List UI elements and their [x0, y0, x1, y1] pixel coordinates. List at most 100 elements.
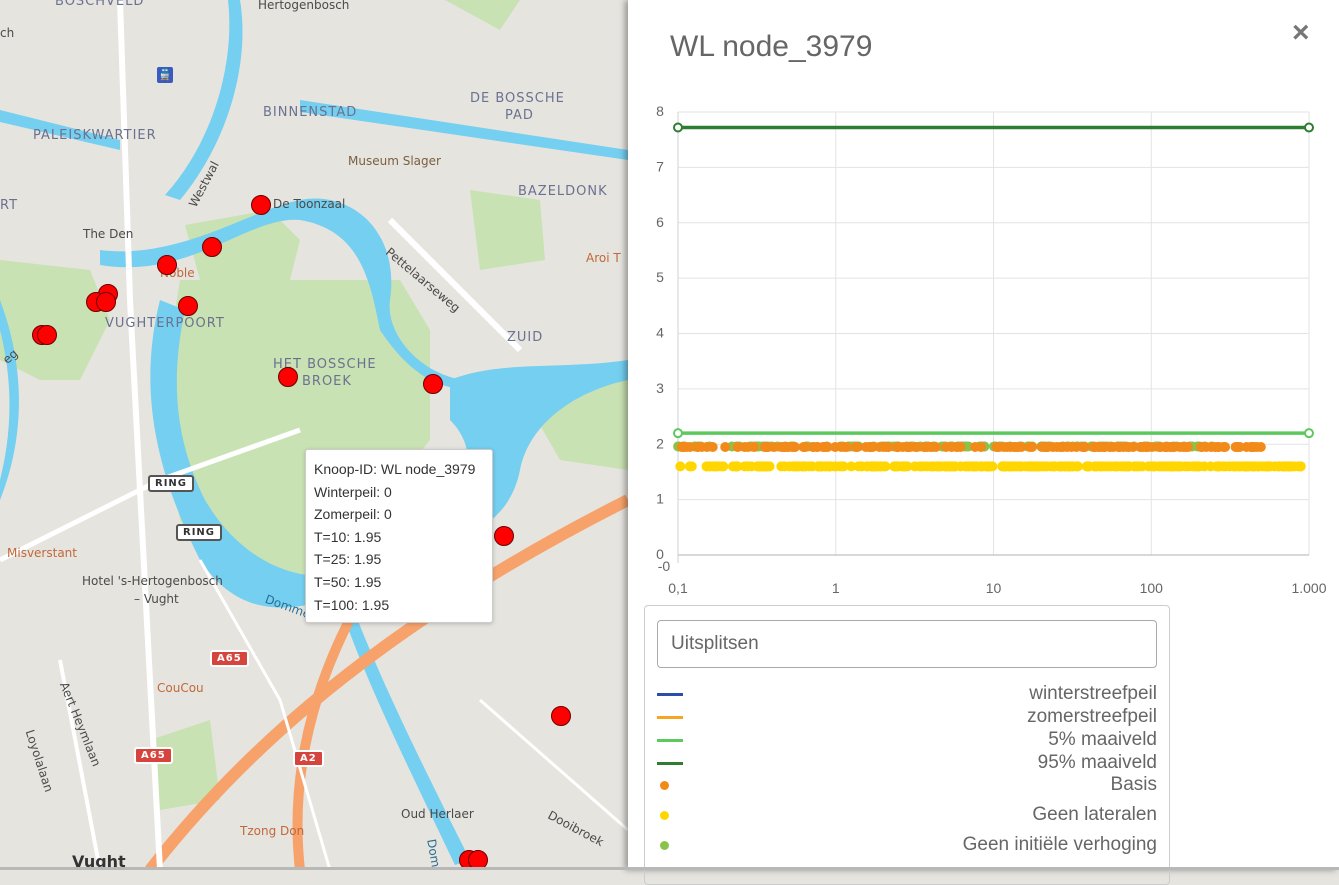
map-label: Hotel 's-Hertogenbosch [82, 574, 223, 588]
legend-item[interactable]: Basis [657, 774, 1157, 796]
data-point [891, 442, 902, 453]
map-marker[interactable] [178, 296, 198, 316]
legend-item[interactable]: Geen lateralen [657, 804, 1157, 826]
node-tooltip: Knoop-ID: WL node_3979 Winterpeil: 0 Zom… [305, 449, 493, 623]
data-point [1173, 461, 1184, 472]
map-label: Oud Herlaer [401, 807, 474, 821]
map-label: The Den [83, 227, 134, 241]
train-station-icon: 🚆 [157, 67, 173, 83]
legend-item[interactable]: 5% maaiveld [657, 729, 1157, 751]
map-label: Museum Slager [348, 154, 441, 168]
legend-line-swatch [657, 762, 683, 765]
data-point [1289, 461, 1300, 472]
map-label: Tzong Don [240, 824, 305, 838]
line-endpoint [673, 122, 683, 133]
map-label: PALEISKWARTIER [33, 128, 157, 143]
split-input[interactable] [657, 620, 1157, 668]
data-point [1023, 461, 1034, 472]
data-point [952, 442, 963, 453]
map-label: De Toonzaal [273, 197, 346, 211]
data-point [776, 461, 787, 472]
x-tick-label: 1 [832, 580, 840, 596]
data-point [686, 461, 697, 472]
data-point [1097, 461, 1108, 472]
legend-label: Geen lateralen [1032, 804, 1157, 825]
data-point [875, 461, 886, 472]
data-point [791, 461, 802, 472]
data-point [941, 442, 952, 453]
map-marker[interactable] [251, 195, 271, 215]
data-point [1262, 461, 1273, 472]
map-marker[interactable] [423, 374, 443, 394]
data-point [1056, 461, 1067, 472]
data-point [1248, 442, 1259, 453]
map-label: BINNENSTAD [263, 105, 358, 120]
legend-item[interactable]: Geen initiële verhoging [657, 834, 1157, 856]
legend-item[interactable]: zomerstreefpeil [657, 706, 1157, 728]
tooltip-t100: T=100: 1.95 [314, 596, 390, 613]
data-point [1183, 442, 1194, 453]
map-marker[interactable] [551, 706, 571, 726]
legend-label: Geen initiële verhoging [962, 834, 1157, 855]
map-view[interactable]: BOSCHVELD Hertogenbosch BINNENSTAD DE BO… [0, 0, 628, 870]
legend-dot-swatch [660, 811, 669, 820]
legend-label: 5% maaiveld [1048, 729, 1157, 750]
road-shield: RING [176, 524, 222, 541]
legend-line-swatch [657, 716, 683, 719]
data-point [1016, 442, 1027, 453]
line-endpoint [673, 428, 683, 439]
legend-dot-swatch [660, 781, 669, 790]
data-point [1072, 461, 1083, 472]
data-point [1209, 442, 1220, 453]
map-label: ch [0, 26, 15, 40]
x-tick-label: 1.000 [1291, 580, 1326, 596]
data-point [1121, 461, 1132, 472]
data-point [897, 461, 908, 472]
close-icon[interactable]: × [1292, 18, 1310, 48]
data-point [807, 442, 818, 453]
y-tick-label: 8 [656, 103, 664, 119]
data-point [815, 461, 826, 472]
map-marker[interactable] [494, 526, 514, 546]
map-marker[interactable] [202, 237, 222, 257]
data-point [878, 442, 889, 453]
data-point [707, 442, 718, 453]
water-level-chart: 0,1 1 10 100 1.000-0012345678 [656, 103, 1327, 596]
map-marker[interactable] [157, 255, 177, 275]
data-point [918, 461, 929, 472]
data-point [1056, 442, 1067, 453]
data-point [970, 442, 981, 453]
data-point [761, 461, 772, 472]
data-point [720, 442, 731, 453]
road-shield: A2 [293, 750, 324, 767]
map-marker[interactable] [96, 292, 116, 312]
data-point [836, 442, 847, 453]
legend-label: zomerstreefpeil [1027, 706, 1157, 727]
y-tick-label: 7 [656, 158, 664, 174]
road-shield: RING [148, 475, 194, 492]
legend-item[interactable]: winterstreefpeil [657, 683, 1157, 705]
data-point [732, 461, 743, 472]
data-point [1132, 461, 1143, 472]
data-point [941, 461, 952, 472]
map-label: BAZELDONK [518, 184, 608, 199]
data-point [999, 461, 1010, 472]
data-point [732, 442, 743, 453]
map-label: – Vught [134, 592, 179, 606]
x-tick-label: 100 [1140, 580, 1164, 596]
data-point [761, 442, 772, 453]
x-tick-label: 0,1 [668, 580, 688, 596]
data-point [1197, 442, 1208, 453]
road-shield: A65 [210, 650, 249, 667]
map-label: VUGHTERPOORT [105, 316, 225, 331]
data-point [902, 442, 913, 453]
legend-item[interactable]: 95% maaiveld [657, 752, 1157, 774]
data-point [1079, 442, 1090, 453]
data-point [856, 461, 867, 472]
map-marker[interactable] [278, 367, 298, 387]
map-marker[interactable] [37, 325, 57, 345]
map-label: Aroi T [586, 251, 621, 265]
data-point [1114, 442, 1125, 453]
data-point [675, 461, 686, 472]
data-point [804, 461, 815, 472]
